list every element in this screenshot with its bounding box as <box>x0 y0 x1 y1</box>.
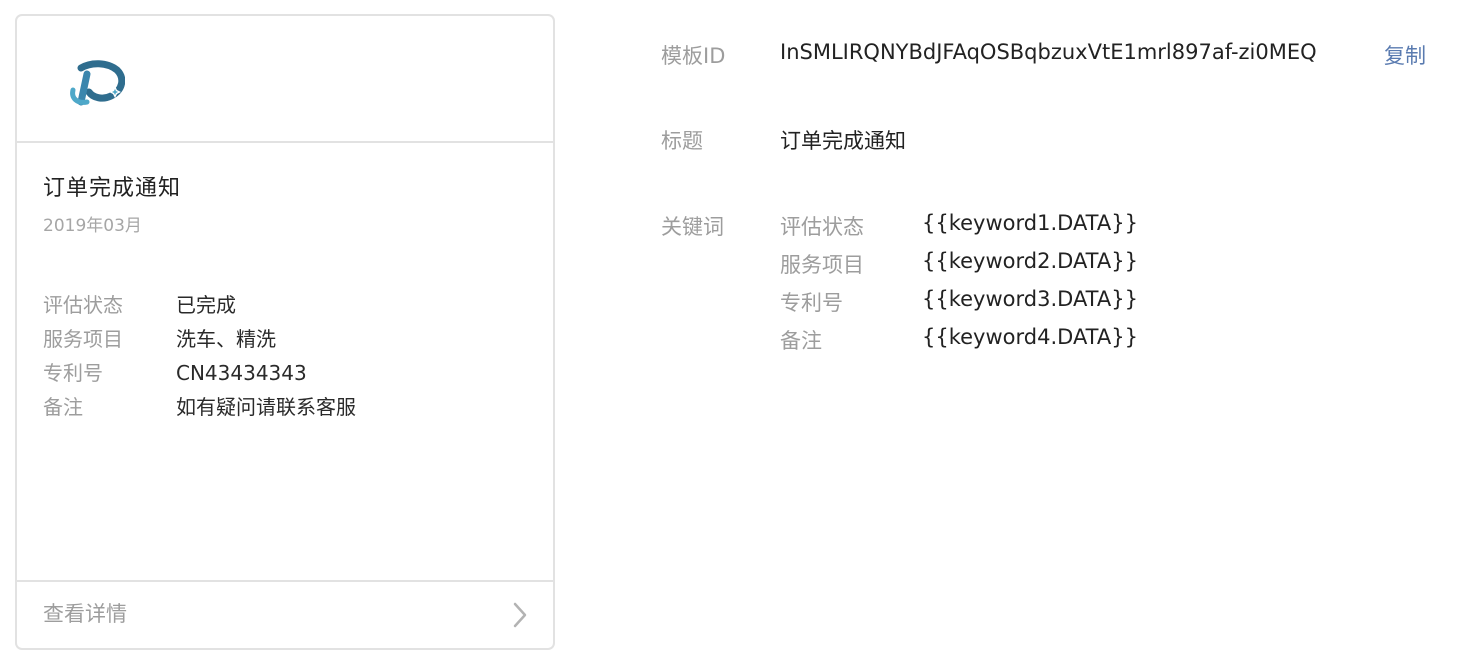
keyword-name: 备注 <box>780 329 822 353</box>
card-field-value: 如有疑问请联系客服 <box>176 395 356 419</box>
card-field-value: 洗车、精洗 <box>176 327 276 351</box>
card-field-row: 评估状态 已完成 <box>43 288 523 322</box>
title-label: 标题 <box>661 129 703 153</box>
card-field-label: 备注 <box>43 395 83 419</box>
brand-logo-icon <box>70 60 125 106</box>
keyword-name: 专利号 <box>780 291 843 315</box>
view-details-label: 查看详情 <box>43 602 127 626</box>
card-header <box>17 16 553 143</box>
card-date: 2019年03月 <box>43 216 142 236</box>
card-field-label: 专利号 <box>43 361 103 385</box>
card-title: 订单完成通知 <box>43 176 182 201</box>
title-value: 订单完成通知 <box>780 129 906 153</box>
keyword-value: {{keyword1.DATA}} <box>922 211 1138 235</box>
view-details-link[interactable]: 查看详情 <box>17 580 553 648</box>
card-field-value: CN43434343 <box>176 361 307 385</box>
keyword-name: 服务项目 <box>780 253 864 277</box>
card-field-label: 评估状态 <box>43 293 123 317</box>
card-field-row: 备注 如有疑问请联系客服 <box>43 390 523 424</box>
template-id-value: InSMLIRQNYBdJFAqOSBqbzuxVtE1mrl897af-zi0… <box>780 40 1317 64</box>
keyword-value: {{keyword2.DATA}} <box>922 249 1138 273</box>
template-detail-page: 订单完成通知 2019年03月 评估状态 已完成 服务项目 洗车、精洗 专利号 … <box>0 0 1466 668</box>
card-field-label: 服务项目 <box>43 327 123 351</box>
keyword-name: 评估状态 <box>780 215 864 239</box>
card-field-row: 服务项目 洗车、精洗 <box>43 322 523 356</box>
template-id-label: 模板ID <box>661 44 726 68</box>
copy-button[interactable]: 复制 <box>1384 40 1426 70</box>
card-field-value: 已完成 <box>176 293 236 317</box>
chevron-right-icon <box>513 602 527 628</box>
message-preview-card: 订单完成通知 2019年03月 评估状态 已完成 服务项目 洗车、精洗 专利号 … <box>15 14 555 650</box>
keywords-label: 关键词 <box>661 215 724 239</box>
keyword-value: {{keyword3.DATA}} <box>922 287 1138 311</box>
card-field-row: 专利号 CN43434343 <box>43 356 523 390</box>
keyword-value: {{keyword4.DATA}} <box>922 325 1138 349</box>
card-fields: 评估状态 已完成 服务项目 洗车、精洗 专利号 CN43434343 备注 如有… <box>43 288 523 424</box>
